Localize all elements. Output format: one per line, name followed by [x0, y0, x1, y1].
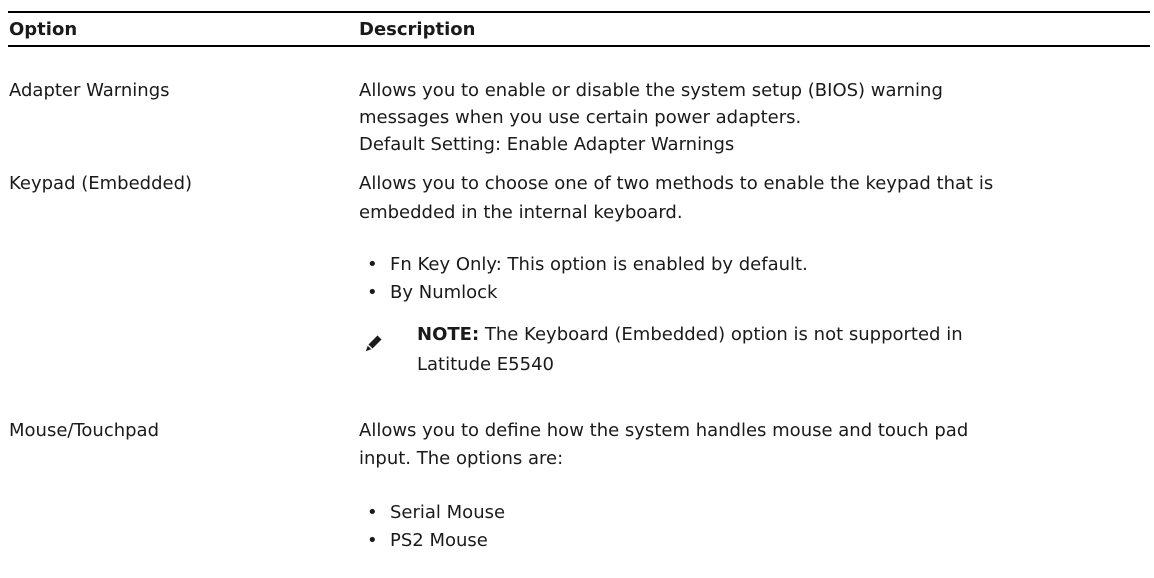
- note-pencil-icon: [362, 331, 386, 355]
- description-line: embedded in the internal keyboard.: [359, 202, 683, 223]
- option-name: Adapter Warnings: [9, 80, 170, 101]
- option-name: Keypad (Embedded): [9, 173, 193, 194]
- note-text: The Keyboard (Embedded) option is not su…: [479, 324, 963, 345]
- default-setting-text: Default Setting: Enable Adapter Warnings: [359, 134, 735, 155]
- bullet-marker: •: [367, 254, 378, 275]
- description-line: Allows you to define how the system hand…: [359, 420, 969, 441]
- bullet-marker: •: [367, 502, 378, 523]
- note-label: NOTE:: [417, 324, 480, 345]
- note-line: Latitude E5540: [417, 354, 554, 375]
- column-header-option: Option: [9, 19, 78, 40]
- description-line: input. The options are:: [359, 448, 564, 469]
- bullet-marker: •: [367, 530, 378, 551]
- table-top-rule: [8, 11, 1150, 13]
- column-header-description: Description: [359, 19, 476, 40]
- table-header-rule: [8, 45, 1150, 47]
- description-line: Allows you to choose one of two methods …: [359, 173, 994, 194]
- bullet-item: By Numlock: [390, 282, 498, 303]
- bullet-marker: •: [367, 282, 378, 303]
- bullet-item: PS2 Mouse: [390, 530, 488, 551]
- bullet-item: Fn Key Only: This option is enabled by d…: [390, 254, 808, 275]
- bullet-item: Serial Mouse: [390, 502, 506, 523]
- description-line: Allows you to enable or disable the syst…: [359, 80, 943, 101]
- note-line: NOTE: The Keyboard (Embedded) option is …: [417, 321, 963, 349]
- description-line: messages when you use certain power adap…: [359, 107, 802, 128]
- option-name: Mouse/Touchpad: [9, 420, 160, 441]
